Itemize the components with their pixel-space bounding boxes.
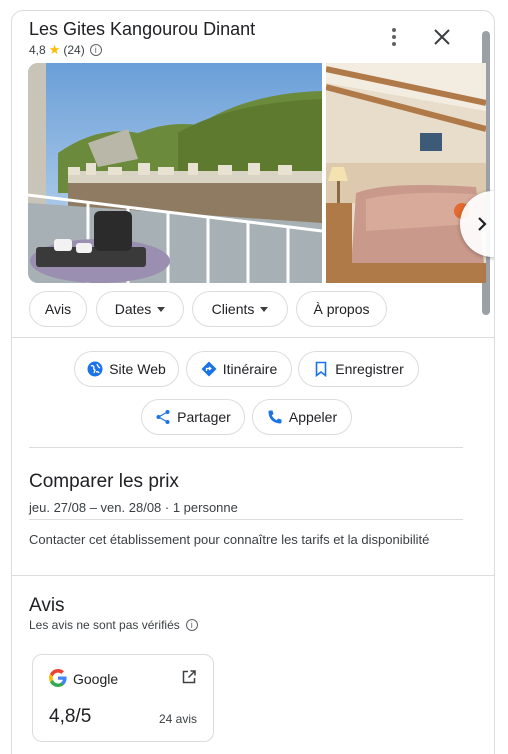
bookmark-icon — [315, 361, 327, 377]
share-button[interactable]: Partager — [141, 399, 245, 435]
divider — [29, 519, 463, 520]
caret-down-icon — [157, 306, 166, 312]
more-options-icon[interactable] — [384, 25, 404, 49]
phone-icon — [268, 410, 282, 424]
place-title: Les Gites Kangourou Dinant — [29, 19, 256, 39]
place-panel: Les Gites Kangourou Dinant 4,8 ★ (24) i — [11, 10, 495, 754]
caret-down-icon — [260, 306, 269, 312]
rating-summary: 4,8 ★ (24) i — [29, 42, 102, 58]
review-total: 24 avis — [159, 712, 198, 726]
directions-label: Itinéraire — [222, 361, 278, 377]
filter-chip-a-propos[interactable]: À propos — [296, 291, 387, 327]
stay-dates[interactable]: jeu. 27/08 – ven. 28/08 · 1 personne — [29, 500, 238, 515]
google-logo-icon — [49, 669, 67, 687]
reviews-title: Avis — [29, 595, 65, 616]
chip-label: Avis — [44, 301, 72, 317]
info-icon[interactable]: i — [185, 619, 198, 631]
globe-icon — [87, 361, 103, 377]
call-button[interactable]: Appeler — [252, 399, 352, 435]
google-review-card[interactable]: Google 4,8/5 24 avis — [32, 654, 214, 742]
section-divider — [12, 575, 494, 576]
filter-chip-dates[interactable]: Dates — [96, 291, 184, 327]
chip-label: Dates — [114, 301, 152, 317]
chip-label: À propos — [313, 301, 370, 317]
contact-note: Contacter cet établissement pour connaît… — [29, 532, 430, 547]
filter-chip-clients[interactable]: Clients — [192, 291, 288, 327]
review-score: 4,8/5 — [49, 706, 92, 727]
call-label: Appeler — [288, 409, 338, 425]
photo-river-view[interactable] — [28, 63, 322, 283]
review-source: Google — [73, 671, 119, 687]
chip-label: Clients — [211, 301, 255, 317]
directions-icon — [201, 361, 217, 377]
website-label: Site Web — [109, 361, 166, 377]
info-icon[interactable]: i — [89, 44, 102, 56]
save-label: Enregistrer — [335, 361, 404, 377]
external-link-icon[interactable] — [181, 669, 197, 685]
review-count: (24) — [63, 43, 85, 57]
chevron-right-icon — [478, 217, 487, 231]
website-button[interactable]: Site Web — [74, 351, 179, 387]
compare-prices-title: Comparer les prix — [29, 471, 179, 492]
directions-button[interactable]: Itinéraire — [186, 351, 292, 387]
disclaimer-text: Les avis ne sont pas vérifiés — [29, 618, 180, 632]
divider — [29, 447, 463, 448]
rating-value: 4,8 — [29, 43, 46, 57]
reviews-disclaimer: Les avis ne sont pas vérifiés i — [29, 618, 198, 632]
photo-bedroom[interactable] — [326, 63, 486, 283]
save-button[interactable]: Enregistrer — [298, 351, 419, 387]
filter-chip-avis[interactable]: Avis — [29, 291, 87, 327]
close-icon[interactable] — [430, 25, 454, 49]
star-icon: ★ — [48, 42, 61, 57]
photo-carousel[interactable] — [28, 63, 494, 283]
share-icon — [156, 410, 170, 424]
divider — [12, 337, 494, 338]
share-label: Partager — [177, 409, 231, 425]
